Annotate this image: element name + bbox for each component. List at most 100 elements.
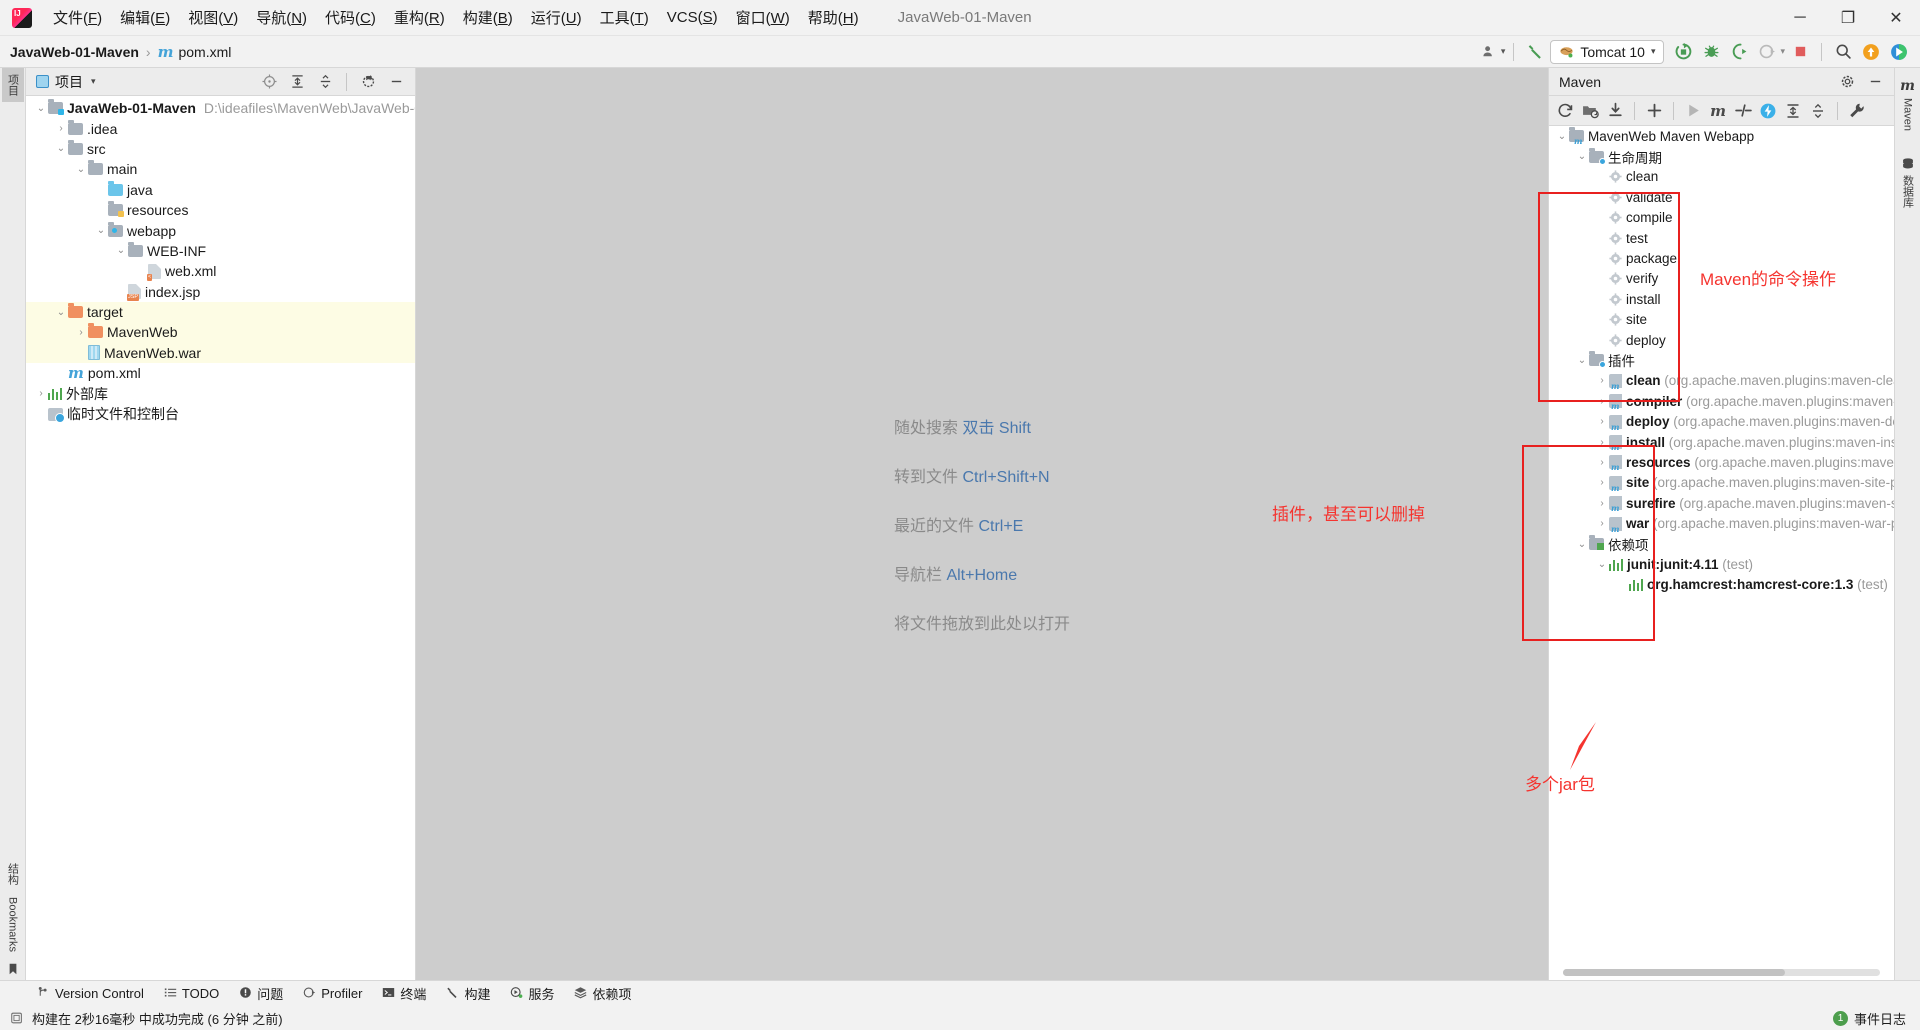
gear-icon[interactable] [355,70,381,94]
profile-caret-icon[interactable]: ▾ [1780,46,1785,57]
maven-tree-row[interactable]: ⌄ 插件 [1549,350,1894,370]
project-tree-row[interactable]: ⌄ main [26,159,415,179]
menu-10[interactable]: VCS(S) [658,5,727,30]
menu-2[interactable]: 编辑(E) [111,3,179,32]
download-sources-icon[interactable] [1603,100,1627,122]
close-button[interactable]: ✕ [1872,0,1920,36]
maven-tree-row[interactable]: clean [1549,167,1894,187]
maven-tree-row[interactable]: validate [1549,187,1894,207]
breadcrumb-project[interactable]: JavaWeb-01-Maven [10,44,139,60]
project-tree-row[interactable]: 临时文件和控制台 [26,404,415,424]
maven-tree[interactable]: ⌄ m MavenWeb Maven Webapp ⌄ 生命周期 clean validat… [1549,126,1894,980]
menu-4[interactable]: 导航(N) [247,3,316,32]
tool-window-6[interactable]: 构建 [437,981,499,1006]
maven-tree-row[interactable]: org.hamcrest:hamcrest-core:1.3 (test) [1549,575,1894,595]
rail-tab-maven[interactable]: m Maven [1897,72,1918,137]
add-icon[interactable] [1642,100,1666,122]
tree-arrow-icon[interactable]: ⌄ [114,245,128,256]
editor-empty-area[interactable]: 随处搜索 双击 Shift 转到文件 Ctrl+Shift+N 最近的文件 Ctrl… [416,68,1548,980]
maven-tree-row[interactable]: › resources (org.apache.maven.plugins:mav… [1549,452,1894,473]
rail-tab-database[interactable]: 数据库 [1897,151,1919,214]
hide-panel-icon[interactable] [383,70,409,94]
gear-icon[interactable] [1834,70,1860,94]
project-tree-row[interactable]: ⌄ WEB-INF [26,241,415,261]
tree-arrow-icon[interactable]: › [1595,437,1609,448]
ide-assistant-icon[interactable] [1886,40,1912,64]
project-tree-row[interactable]: ⌄ target [26,301,415,323]
tool-window-1[interactable]: Version Control [28,983,153,1005]
menu-11[interactable]: 窗口(W) [727,3,799,32]
run-with-coverage-button[interactable] [1726,40,1752,64]
maven-tree-row[interactable]: compile [1549,208,1894,228]
rail-tab-structure[interactable]: 结构 [2,857,24,891]
menu-6[interactable]: 重构(R) [385,3,454,32]
stop-button[interactable] [1787,40,1813,64]
tool-window-8[interactable]: 依赖项 [565,981,640,1006]
maven-tree-row[interactable]: ⌄ 生命周期 [1549,146,1894,166]
tree-arrow-icon[interactable]: › [1595,518,1609,529]
project-tree-row[interactable]: › 外部库 [26,383,415,403]
maven-tree-row[interactable]: test [1549,228,1894,248]
skip-tests-icon[interactable] [1731,100,1755,122]
project-tree-row[interactable]: ⌄ webapp [26,220,415,240]
tree-arrow-icon[interactable]: › [34,388,48,399]
maven-tree-row[interactable]: › deploy (org.apache.maven.plugins:maven-… [1549,411,1894,432]
breadcrumb-file[interactable]: pom.xml [178,44,231,60]
tool-window-2[interactable]: TODO [155,983,228,1005]
project-tree-row[interactable]: ⌄ src [26,139,415,159]
menu-12[interactable]: 帮助(H) [799,3,868,32]
project-tree-row[interactable]: › .idea [26,118,415,138]
event-log-button[interactable]: 事件日志 [1854,1009,1906,1028]
tree-arrow-icon[interactable]: ⌄ [1595,559,1609,570]
run-icon[interactable] [1681,100,1705,122]
project-tree-row[interactable]: › MavenWeb [26,322,415,343]
maven-tree-row[interactable]: › install (org.apache.maven.plugins:maven… [1549,432,1894,453]
maven-tree-row[interactable]: › war (org.apache.maven.plugins:maven-war… [1549,513,1894,534]
project-tree-row[interactable]: resources [26,200,415,220]
menu-9[interactable]: 工具(T) [591,3,658,32]
tool-window-4[interactable]: Profiler [294,983,371,1005]
menu-8[interactable]: 运行(U) [522,3,591,32]
reload-icon[interactable] [1553,100,1577,122]
tool-window-3[interactable]: 问题 [230,981,292,1006]
tree-arrow-icon[interactable]: ⌄ [54,143,68,154]
tree-arrow-icon[interactable]: › [1595,416,1609,427]
rail-tab-bookmarks[interactable]: Bookmarks [4,891,22,958]
settings-wrench-icon[interactable] [1845,100,1869,122]
tree-arrow-icon[interactable]: › [1595,396,1609,407]
tree-arrow-icon[interactable]: ⌄ [94,225,108,236]
run-configuration-selector[interactable]: Tomcat 10 ▾ [1550,39,1665,64]
project-tree-row[interactable]: < web.xml [26,261,415,281]
collapse-all-icon[interactable] [1806,100,1830,122]
maven-tree-row[interactable]: › clean (org.apache.maven.plugins:maven-c… [1549,371,1894,391]
maven-horizontal-scrollbar[interactable] [1563,969,1880,976]
tool-window-7[interactable]: 服务 [501,981,563,1006]
project-tree-row[interactable]: java [26,180,415,200]
maven-tree-row[interactable]: › site (org.apache.maven.plugins:maven-si… [1549,473,1894,493]
maven-tree-row[interactable]: ⌄ junit:junit:4.11 (test) [1549,554,1894,574]
maven-tree-row[interactable]: verify [1549,269,1894,289]
menu-1[interactable]: 文件(F) [44,3,111,32]
hide-panel-icon[interactable] [1862,70,1888,94]
maximize-button[interactable]: ❐ [1824,0,1872,36]
rail-tab-project[interactable]: 项目 [1,68,24,102]
project-tree-row[interactable]: JSP index.jsp [26,282,415,302]
build-hammer-icon[interactable] [1522,40,1548,64]
updates-icon[interactable] [1858,40,1884,64]
account-icon[interactable] [1477,40,1503,64]
tree-arrow-icon[interactable]: › [54,123,68,134]
account-caret-icon[interactable]: ▾ [1501,46,1506,57]
maven-goal-icon[interactable]: m [1706,100,1730,122]
offline-mode-icon[interactable] [1756,100,1780,122]
minimize-button[interactable]: ─ [1776,0,1824,36]
tool-window-5[interactable]: 终端 [373,981,435,1006]
tree-arrow-icon[interactable]: ⌄ [1575,151,1589,162]
tree-arrow-icon[interactable]: ⌄ [1575,539,1589,550]
tree-arrow-icon[interactable]: › [1595,457,1609,468]
run-button[interactable] [1670,40,1696,64]
expand-all-icon[interactable] [284,70,310,94]
maven-tree-row[interactable]: deploy [1549,330,1894,350]
menu-7[interactable]: 构建(B) [454,3,522,32]
search-icon[interactable] [1830,40,1856,64]
maven-tree-row[interactable]: ⌄ 依赖项 [1549,534,1894,554]
